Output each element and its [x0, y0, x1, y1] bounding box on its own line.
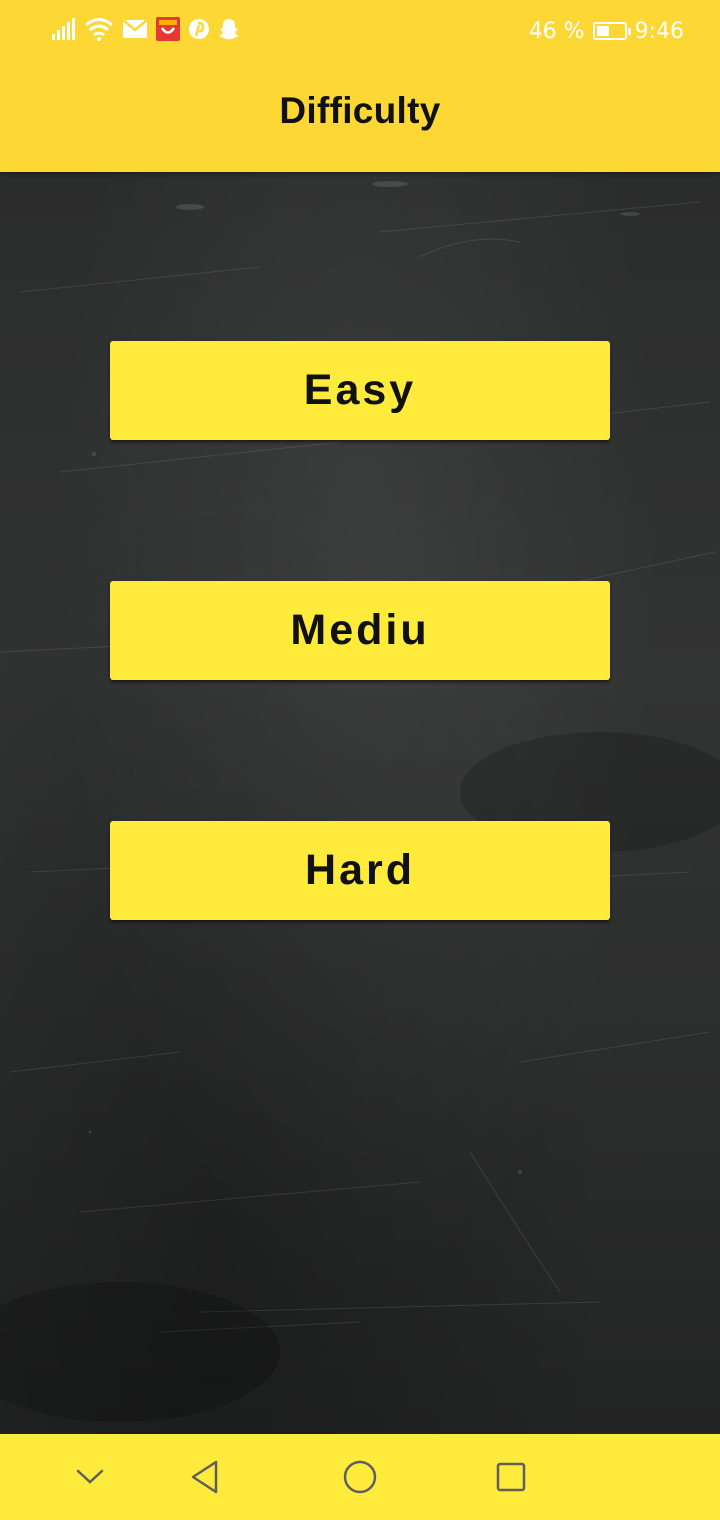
recent-apps-icon[interactable] [486, 1452, 536, 1502]
battery-percentage: 46 % [528, 18, 585, 44]
system-status: 46 % 9:46 [529, 16, 684, 46]
wifi-icon [84, 17, 114, 46]
pinterest-icon [188, 18, 210, 45]
medium-button[interactable]: Mediu [110, 581, 610, 680]
status-bar: 46 % 9:46 [0, 0, 720, 62]
clock: 9:46 [634, 18, 684, 44]
hide-keyboard-icon[interactable] [65, 1452, 115, 1502]
easy-button[interactable]: Easy [110, 341, 610, 440]
difficulty-screen: 46 % 9:46 Difficulty Easy Mediu Hard [0, 0, 720, 1520]
back-icon[interactable] [180, 1452, 230, 1502]
hard-button[interactable]: Hard [110, 821, 610, 920]
mail-icon [122, 18, 148, 44]
notification-icons [52, 16, 240, 46]
signal-icon [52, 17, 76, 45]
page-title: Difficulty [279, 90, 441, 131]
battery-icon [592, 22, 631, 40]
navigation-bar [0, 1434, 720, 1520]
battery-fill [596, 26, 609, 36]
home-icon[interactable] [335, 1452, 385, 1502]
app-header: 46 % 9:46 Difficulty [0, 0, 720, 172]
shopping-app-icon [156, 16, 180, 46]
snapchat-icon [218, 18, 240, 45]
